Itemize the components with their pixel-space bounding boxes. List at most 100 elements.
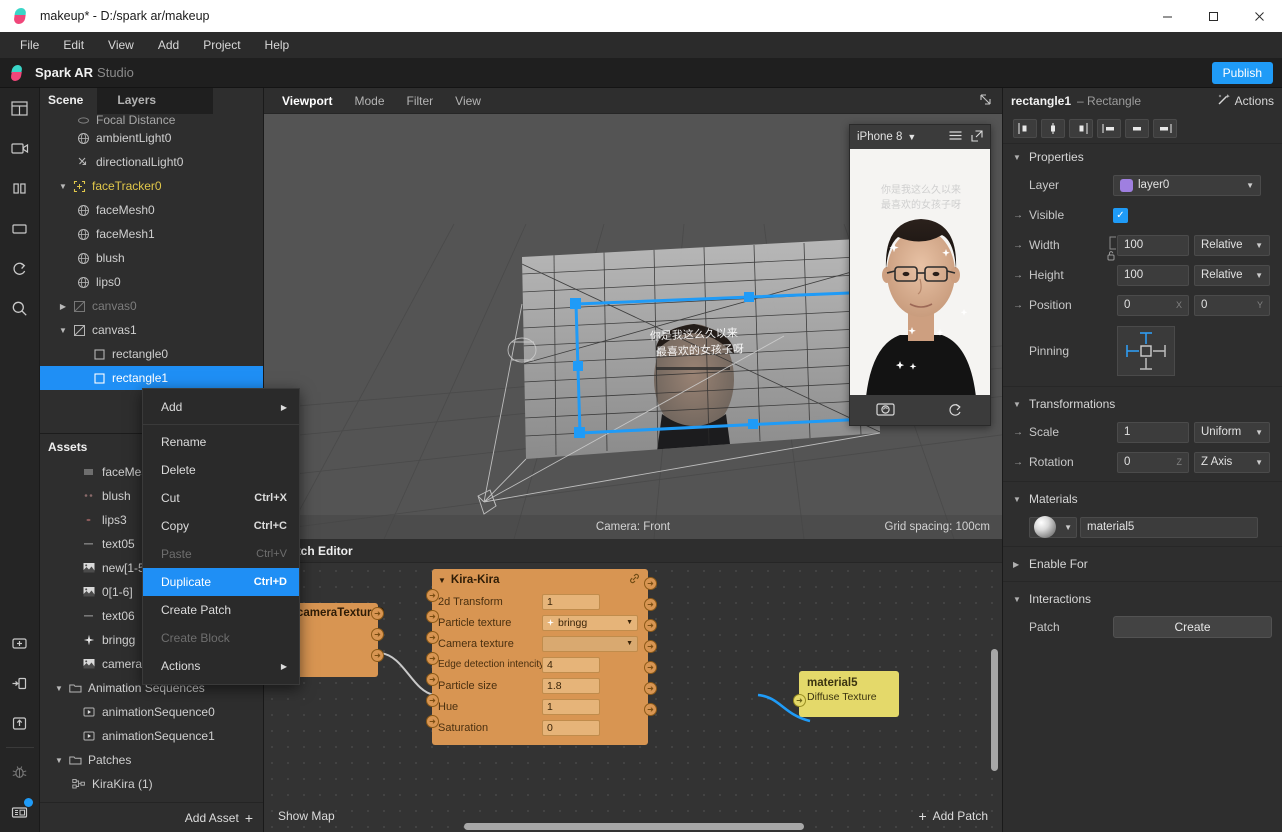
context-menu-item-create-patch[interactable]: Create Patch [143,596,299,624]
height-unit-select[interactable]: Relative ▼ [1194,264,1270,286]
popout-icon[interactable] [971,129,983,145]
link-arrow-icon[interactable]: → [1013,270,1029,281]
menu-add[interactable]: Add [146,34,191,56]
align-right-icon[interactable] [1069,119,1093,138]
plus-icon[interactable]: + [245,810,253,826]
input-port[interactable]: ➜ [426,673,439,686]
device-name[interactable]: iPhone 8 [857,131,902,143]
pinning-control[interactable] [1117,326,1175,376]
chevron-down-icon[interactable]: ▼ [438,576,446,585]
material-input-port[interactable]: ➜ [793,694,806,707]
section-enable-for-header[interactable]: ▶ Enable For [1003,551,1282,577]
material-name-field[interactable]: material5 [1080,516,1258,538]
context-menu-item-rename[interactable]: Rename [143,428,299,456]
patch-editor-canvas[interactable]: ▼ cameraTexture0 ➜ ➜ ➜ ▼ Kira-Kira [264,563,1002,832]
add-asset-label[interactable]: Add Asset [185,811,239,825]
input-port[interactable]: ➜ [426,589,439,602]
tree-item-facemesh0[interactable]: faceMesh0 [40,198,263,222]
link-arrow-icon[interactable]: → [1013,457,1029,468]
align-top-icon[interactable] [1097,119,1121,138]
section-transformations-header[interactable]: ▼ Transformations [1003,391,1282,417]
chevron-down-icon[interactable]: ▼ [52,756,66,765]
output-port[interactable]: ➜ [644,682,657,695]
output-port[interactable]: ➜ [371,628,384,641]
tree-item-focal-distance[interactable]: Focal Distance [40,114,263,126]
tree-item-ambientlight0[interactable]: ambientLight0 [40,126,263,150]
tab-view[interactable]: View [445,90,491,112]
menu-edit[interactable]: Edit [51,34,96,56]
align-left-icon[interactable] [1013,119,1037,138]
tree-item-rectangle1[interactable]: rectangle1 [40,366,263,390]
asset-item-animationsequence0[interactable]: animationSequence0 [40,700,263,724]
section-materials-header[interactable]: ▼ Materials [1003,486,1282,512]
material-thumbnail-select[interactable]: ▼ [1029,516,1077,538]
scale-input[interactable]: 1 [1117,421,1189,443]
close-button[interactable] [1236,0,1282,32]
align-center-h-icon[interactable] [1041,119,1065,138]
output-port[interactable]: ➜ [644,661,657,674]
aspect-lock-icon[interactable] [1105,247,1117,269]
patch-input-value[interactable]: 1 [542,593,600,610]
tab-viewport[interactable]: Viewport [272,90,342,112]
show-map-button[interactable]: Show Map [278,809,335,823]
chevron-down-icon[interactable]: ▼ [907,132,916,142]
create-patch-button[interactable]: Create [1113,616,1272,638]
output-port[interactable]: ➜ [644,619,657,632]
tree-item-canvas0[interactable]: ▶ canvas0 [40,294,263,318]
refresh-icon[interactable] [0,248,40,288]
tab-mode[interactable]: Mode [344,90,394,112]
input-port[interactable]: ➜ [426,694,439,707]
rotation-input[interactable]: 0 Z [1117,451,1189,473]
align-middle-v-icon[interactable] [1125,119,1149,138]
tree-item-facetracker0[interactable]: ▼ faceTracker0 [40,174,263,198]
output-port[interactable]: ➜ [644,577,657,590]
add-object-icon[interactable] [0,623,40,663]
patch-input-value[interactable]: 4 [542,656,600,673]
patch-input-value[interactable]: 0 [542,719,600,736]
input-port[interactable]: ➜ [426,715,439,728]
rectangle-icon[interactable] [0,208,40,248]
asset-item-animationsequence1[interactable]: animationSequence1 [40,724,263,748]
input-port[interactable]: ➜ [426,631,439,644]
patch-input-value[interactable]: 1.8 [542,677,600,694]
section-interactions-header[interactable]: ▼ Interactions [1003,586,1282,612]
context-menu-item-cut[interactable]: Cut Ctrl+X [143,484,299,512]
patch-editor-vertical-scrollbar[interactable] [991,649,998,771]
output-port[interactable]: ➜ [644,598,657,611]
simulator-screen[interactable]: 你是我这么久以来 最喜欢的女孩子呀 [850,149,990,395]
publish-button[interactable]: Publish [1211,61,1273,84]
tab-layers[interactable]: Layers [97,88,214,114]
tree-item-blush[interactable]: blush [40,246,263,270]
menu-file[interactable]: File [8,34,51,56]
chevron-down-icon[interactable]: ▼ [626,640,633,647]
patch-input-value[interactable]: 1 [542,698,600,715]
link-arrow-icon[interactable]: → [1013,427,1029,438]
tree-item-facemesh1[interactable]: faceMesh1 [40,222,263,246]
chevron-down-icon[interactable]: ▼ [52,684,66,693]
height-input[interactable]: 100 [1117,264,1189,286]
context-menu-item-add[interactable]: Add ▶ [143,393,299,421]
add-patch-button[interactable]: + Add Patch [918,808,988,824]
chevron-down-icon[interactable]: ▼ [626,619,633,626]
expand-icon[interactable] [979,93,992,109]
link-arrow-icon[interactable]: → [1013,300,1029,311]
context-menu-item-copy[interactable]: Copy Ctrl+C [143,512,299,540]
align-bottom-icon[interactable] [1153,119,1177,138]
context-menu-item-delete[interactable]: Delete [143,456,299,484]
input-port[interactable]: ➜ [426,652,439,665]
output-port[interactable]: ➜ [644,640,657,653]
pause-icon[interactable] [0,168,40,208]
chevron-down-icon[interactable]: ▼ [56,182,70,191]
replay-icon[interactable] [947,401,964,420]
width-input[interactable]: 100 [1117,234,1189,256]
tab-scene[interactable]: Scene [40,88,97,114]
tab-filter[interactable]: Filter [397,90,444,112]
menu-project[interactable]: Project [191,34,252,56]
link-arrow-icon[interactable]: → [1013,240,1029,251]
tree-item-canvas1[interactable]: ▼ canvas1 [40,318,263,342]
upload-icon[interactable] [0,703,40,743]
minimize-button[interactable] [1144,0,1190,32]
asset-group-patches[interactable]: ▼ Patches [40,748,263,772]
asset-item-kirakira[interactable]: KiraKira (1) [40,772,263,796]
position-x-input[interactable]: 0 X [1117,294,1189,316]
